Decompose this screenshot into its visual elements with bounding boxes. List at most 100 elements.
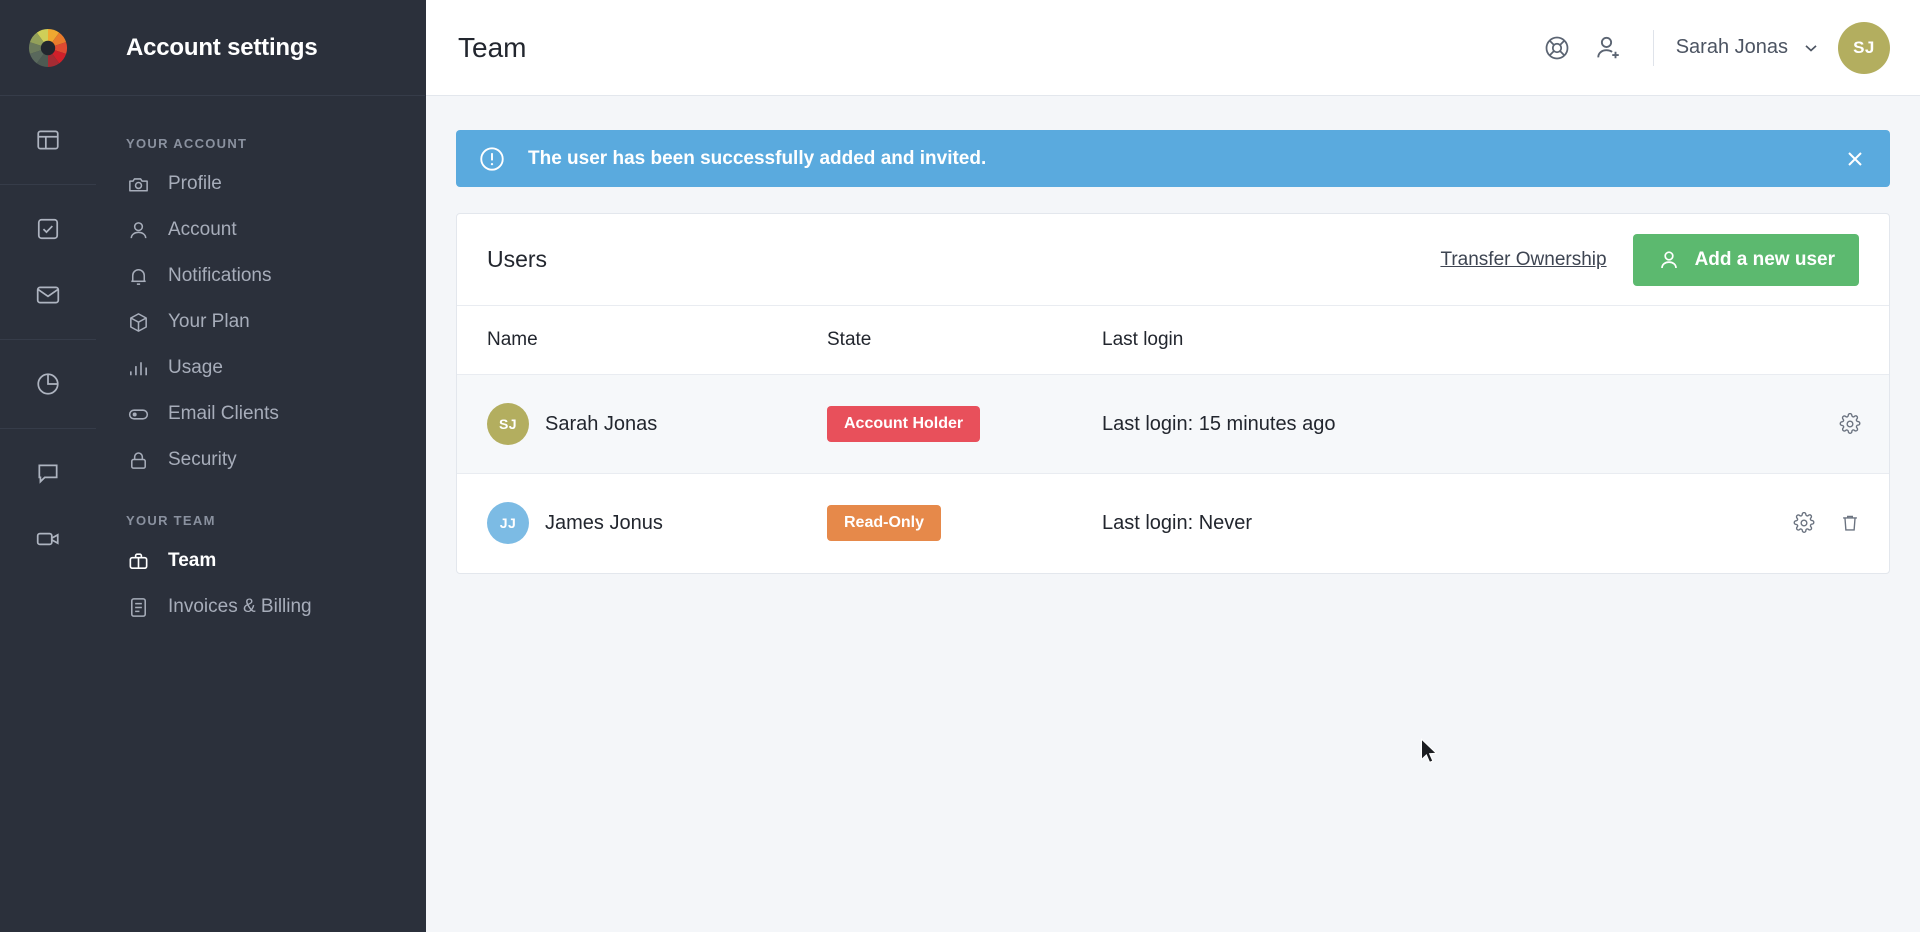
avatar: JJ	[487, 502, 529, 545]
briefcase-icon	[126, 549, 150, 573]
sidebar-item-label: Email Clients	[168, 403, 279, 424]
dashboard-layout-icon[interactable]	[26, 118, 70, 162]
toggle-eye-icon	[126, 402, 150, 426]
sidebar-item-security[interactable]: Security	[96, 437, 425, 483]
main-area: Team Sarah Jonas SJ The user has been su…	[426, 0, 1920, 932]
sidebar-nav: YOUR ACCOUNT Profile Account Notificatio…	[96, 96, 425, 630]
checkbox-tasks-icon[interactable]	[26, 207, 70, 251]
last-login-text: Last login: 15 minutes ago	[1102, 412, 1336, 435]
column-header-state: State	[827, 306, 1102, 375]
color-wheel-logo-icon	[28, 28, 68, 67]
add-user-button-label: Add a new user	[1694, 248, 1835, 270]
pie-chart-icon[interactable]	[26, 362, 70, 406]
avatar: SJ	[487, 403, 529, 445]
cell-actions	[1719, 474, 1889, 573]
alert-message: The user has been successfully added and…	[528, 147, 987, 169]
status-badge: Read-Only	[827, 505, 942, 542]
sidebar-item-profile[interactable]: Profile	[96, 161, 425, 207]
column-header-actions	[1719, 306, 1889, 375]
cell-last-login: Last login: Never	[1102, 474, 1719, 573]
users-table: Name State Last login SJ Sarah Jonas Acc…	[457, 306, 1889, 573]
cell-name: JJ James Jonus	[457, 474, 827, 573]
life-ring-icon[interactable]	[1531, 22, 1583, 74]
sidebar-header: Account settings	[96, 0, 425, 96]
document-list-icon	[126, 595, 150, 619]
close-icon[interactable]	[1838, 142, 1872, 176]
sidebar-item-team[interactable]: Team	[96, 538, 425, 584]
exclamation-circle-icon	[478, 145, 506, 173]
avatar[interactable]: SJ	[1838, 21, 1890, 74]
sidebar-item-label: Security	[168, 449, 237, 470]
bar-chart-icon	[126, 356, 150, 380]
camera-icon	[126, 172, 150, 196]
sidebar-item-label: Invoices & Billing	[168, 596, 312, 617]
sidebar-item-invoices-billing[interactable]: Invoices & Billing	[96, 584, 425, 630]
sidebar-item-usage[interactable]: Usage	[96, 345, 425, 391]
bell-icon	[126, 264, 150, 288]
sidebar-item-label: Team	[168, 550, 217, 571]
sidebar-item-notifications[interactable]: Notifications	[96, 253, 425, 299]
top-bar: Team Sarah Jonas SJ	[426, 0, 1920, 96]
rail-group-1	[0, 96, 96, 185]
column-header-last-login: Last login	[1102, 306, 1719, 375]
content-area: The user has been successfully added and…	[426, 96, 1920, 574]
success-alert: The user has been successfully added and…	[456, 130, 1890, 187]
transfer-ownership-link[interactable]: Transfer Ownership	[1440, 249, 1606, 271]
envelope-mail-icon[interactable]	[26, 273, 70, 317]
user-plus-icon	[1657, 248, 1681, 272]
cell-state: Account Holder	[827, 374, 1102, 474]
add-user-icon[interactable]	[1583, 22, 1635, 74]
chevron-down-icon	[1801, 38, 1821, 58]
status-badge: Account Holder	[827, 406, 981, 442]
rail-group-3	[0, 340, 96, 429]
trash-icon[interactable]	[1839, 512, 1861, 534]
sidebar-item-email-clients[interactable]: Email Clients	[96, 391, 425, 437]
cell-state: Read-Only	[827, 474, 1102, 573]
table-row: JJ James Jonus Read-Only Last login: Nev…	[457, 474, 1889, 573]
page-title: Team	[458, 31, 527, 63]
sidebar-title: Account settings	[126, 33, 318, 61]
sidebar-item-your-plan[interactable]: Your Plan	[96, 299, 425, 345]
app-logo[interactable]	[0, 0, 96, 96]
cell-actions	[1719, 374, 1889, 474]
sidebar-item-label: Notifications	[168, 265, 272, 286]
icon-rail	[0, 0, 96, 932]
user-name: Sarah Jonas	[545, 412, 658, 435]
cell-last-login: Last login: 15 minutes ago	[1102, 374, 1719, 474]
sidebar-item-account[interactable]: Account	[96, 207, 425, 253]
users-card-header: Users Transfer Ownership Add a new user	[457, 214, 1889, 306]
add-user-button[interactable]: Add a new user	[1632, 233, 1859, 286]
lock-icon	[126, 448, 150, 472]
sidebar-item-label: Account	[168, 219, 237, 240]
users-table-head: Name State Last login	[457, 306, 1889, 375]
gear-icon[interactable]	[1793, 512, 1815, 534]
gear-icon[interactable]	[1839, 413, 1861, 435]
sidebar-item-label: Profile	[168, 173, 222, 194]
sidebar-item-label: Your Plan	[168, 311, 250, 332]
table-row: SJ Sarah Jonas Account Holder Last login…	[457, 374, 1889, 474]
user-menu-name: Sarah Jonas	[1675, 36, 1788, 58]
chat-bubble-icon[interactable]	[26, 451, 70, 495]
video-camera-icon[interactable]	[26, 517, 70, 561]
cell-name: SJ Sarah Jonas	[457, 374, 827, 474]
users-card-actions: Transfer Ownership Add a new user	[1440, 233, 1859, 286]
nav-section-label-account: YOUR ACCOUNT	[126, 136, 248, 151]
cube-box-icon	[126, 310, 150, 334]
users-card: Users Transfer Ownership Add a new user	[456, 213, 1890, 574]
rail-group-4	[0, 429, 96, 583]
top-bar-actions: Sarah Jonas SJ	[1531, 21, 1890, 74]
nav-section-label-team: YOUR TEAM	[126, 513, 216, 528]
user-icon	[126, 218, 150, 242]
app-root: Account settings YOUR ACCOUNT Profile Ac…	[0, 0, 1920, 932]
sidebar-item-label: Usage	[168, 357, 223, 378]
column-header-name: Name	[457, 306, 827, 375]
top-bar-divider	[1652, 29, 1654, 66]
sidebar: Account settings YOUR ACCOUNT Profile Ac…	[96, 0, 426, 932]
last-login-text: Last login: Never	[1102, 511, 1253, 534]
user-name: James Jonus	[545, 511, 663, 534]
table-header-row: Name State Last login	[457, 306, 1889, 375]
users-table-body: SJ Sarah Jonas Account Holder Last login…	[457, 374, 1889, 573]
user-menu[interactable]: Sarah Jonas	[1676, 36, 1821, 59]
users-card-title: Users	[487, 246, 548, 272]
rail-group-2	[0, 185, 96, 340]
